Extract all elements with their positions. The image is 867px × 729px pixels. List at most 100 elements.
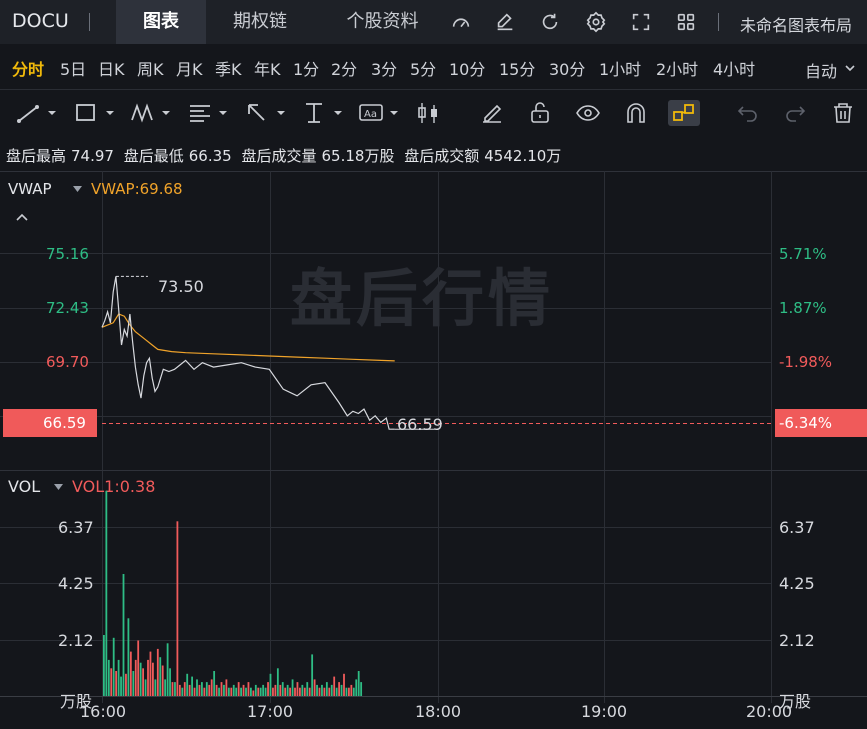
high-value: 74.97 <box>71 147 114 165</box>
refresh-icon[interactable] <box>539 11 561 33</box>
volume-bar <box>350 684 353 696</box>
divider <box>718 13 719 31</box>
peak-price-label: 73.50 <box>158 277 204 296</box>
time-label-1800: 18:00 <box>415 702 462 721</box>
current-price-tag: 66.59 <box>3 409 97 437</box>
undo-icon[interactable] <box>735 100 761 126</box>
eye-icon[interactable] <box>575 100 601 126</box>
volume-bar <box>252 690 255 696</box>
pattern-tool-icon[interactable] <box>130 100 174 126</box>
divider <box>89 13 90 31</box>
volume-bar <box>286 684 289 696</box>
volume-bar <box>142 668 144 696</box>
volume-bar <box>242 684 245 696</box>
time-label-1700: 17:00 <box>247 702 294 721</box>
volume-bar <box>301 684 304 696</box>
volume-bar <box>237 682 240 696</box>
low-label: 盘后最低 <box>123 147 184 165</box>
period-2h[interactable]: 2小时 <box>656 56 698 80</box>
redo-icon[interactable] <box>782 100 808 126</box>
mode-select[interactable]: 自动 <box>805 58 837 82</box>
tab-stock-profile[interactable]: 个股资料 <box>330 0 435 44</box>
volume-bar <box>250 687 252 696</box>
period-5d[interactable]: 5日 <box>60 56 86 80</box>
fullscreen-icon[interactable] <box>630 11 652 33</box>
chevron-down-icon <box>845 65 855 72</box>
period-year[interactable]: 年K <box>254 56 281 80</box>
volume-bar <box>188 684 191 696</box>
volume-bar <box>343 673 345 696</box>
time-label-1600: 16:00 <box>80 702 127 721</box>
arrow-tool-icon[interactable] <box>245 100 289 126</box>
layout-name[interactable]: 未命名图表布局 <box>740 12 852 36</box>
period-quarter[interactable]: 季K <box>215 56 242 80</box>
volume-bar <box>166 643 169 696</box>
trash-icon[interactable] <box>830 100 856 126</box>
volume-bar <box>203 687 206 696</box>
current-change-tag: -6.34% <box>775 409 867 437</box>
rectangle-tool-icon[interactable] <box>74 100 118 126</box>
period-10m[interactable]: 10分 <box>449 56 485 80</box>
volume-bar <box>264 687 267 696</box>
time-label-1900: 19:00 <box>581 702 628 721</box>
time-label-2000: 20:00 <box>746 702 793 721</box>
period-month[interactable]: 月K <box>176 56 203 80</box>
period-2m[interactable]: 2分 <box>331 56 357 80</box>
line-tool-icon[interactable] <box>16 100 60 126</box>
magnet-icon[interactable] <box>623 100 649 126</box>
volume-bar <box>296 682 299 696</box>
volume-bar <box>335 687 338 696</box>
candle-tool-icon[interactable] <box>415 100 441 126</box>
volume-bar <box>139 662 142 696</box>
period-3m[interactable]: 3分 <box>371 56 397 80</box>
link-icon[interactable] <box>668 100 700 126</box>
period-bar: 分时 5日 日K 周K 月K 季K 年K 1分 2分 3分 5分 10分 15分… <box>0 44 867 90</box>
period-week[interactable]: 周K <box>137 56 164 80</box>
grid-layout-icon[interactable] <box>675 11 697 33</box>
volume-bar <box>262 684 265 696</box>
tab-chart[interactable]: 图表 <box>116 0 206 44</box>
period-30m[interactable]: 30分 <box>549 56 585 80</box>
svg-text:Aa: Aa <box>364 109 377 120</box>
volume-bar <box>352 687 355 696</box>
volume-bar <box>223 684 225 696</box>
volume-bar <box>313 679 316 696</box>
period-1m[interactable]: 1分 <box>293 56 319 80</box>
volume-bar <box>240 687 242 696</box>
ticker-symbol[interactable]: DOCU <box>12 10 69 32</box>
volume-bar <box>325 682 328 696</box>
pen-icon[interactable] <box>479 100 505 126</box>
volume-bar <box>284 687 287 696</box>
text-tool-icon[interactable]: Aa <box>358 100 402 126</box>
volume-bar <box>152 662 154 696</box>
period-1h[interactable]: 1小时 <box>599 56 641 80</box>
volume-bar <box>247 682 250 696</box>
settings-icon[interactable] <box>585 11 607 33</box>
fib-tool-icon[interactable] <box>187 100 231 126</box>
edit-icon[interactable] <box>494 11 516 33</box>
period-day[interactable]: 日K <box>98 56 125 80</box>
volume-value: 65.18万股 <box>321 147 395 165</box>
volume-bar <box>159 657 162 696</box>
unlock-icon[interactable] <box>527 100 553 126</box>
measure-tool-icon[interactable] <box>302 100 346 126</box>
tab-options-chain[interactable]: 期权链 <box>215 0 305 44</box>
volume-bar <box>176 521 179 696</box>
volume-chart[interactable] <box>0 470 867 700</box>
gauge-icon[interactable] <box>450 11 472 33</box>
volume-bar <box>311 654 314 696</box>
volume-bar <box>164 679 167 696</box>
volume-bar <box>198 684 201 696</box>
volume-bar <box>127 618 130 696</box>
volume-bar <box>340 684 343 696</box>
volume-bar <box>156 648 159 696</box>
period-5m[interactable]: 5分 <box>410 56 436 80</box>
volume-bar <box>323 687 326 696</box>
volume-bar <box>267 682 269 696</box>
period-4h[interactable]: 4小时 <box>713 56 755 80</box>
volume-bar <box>213 671 216 696</box>
period-15m[interactable]: 15分 <box>499 56 535 80</box>
volume-bar <box>183 682 186 696</box>
volume-bar <box>333 676 336 696</box>
period-intraday[interactable]: 分时 <box>12 56 44 80</box>
